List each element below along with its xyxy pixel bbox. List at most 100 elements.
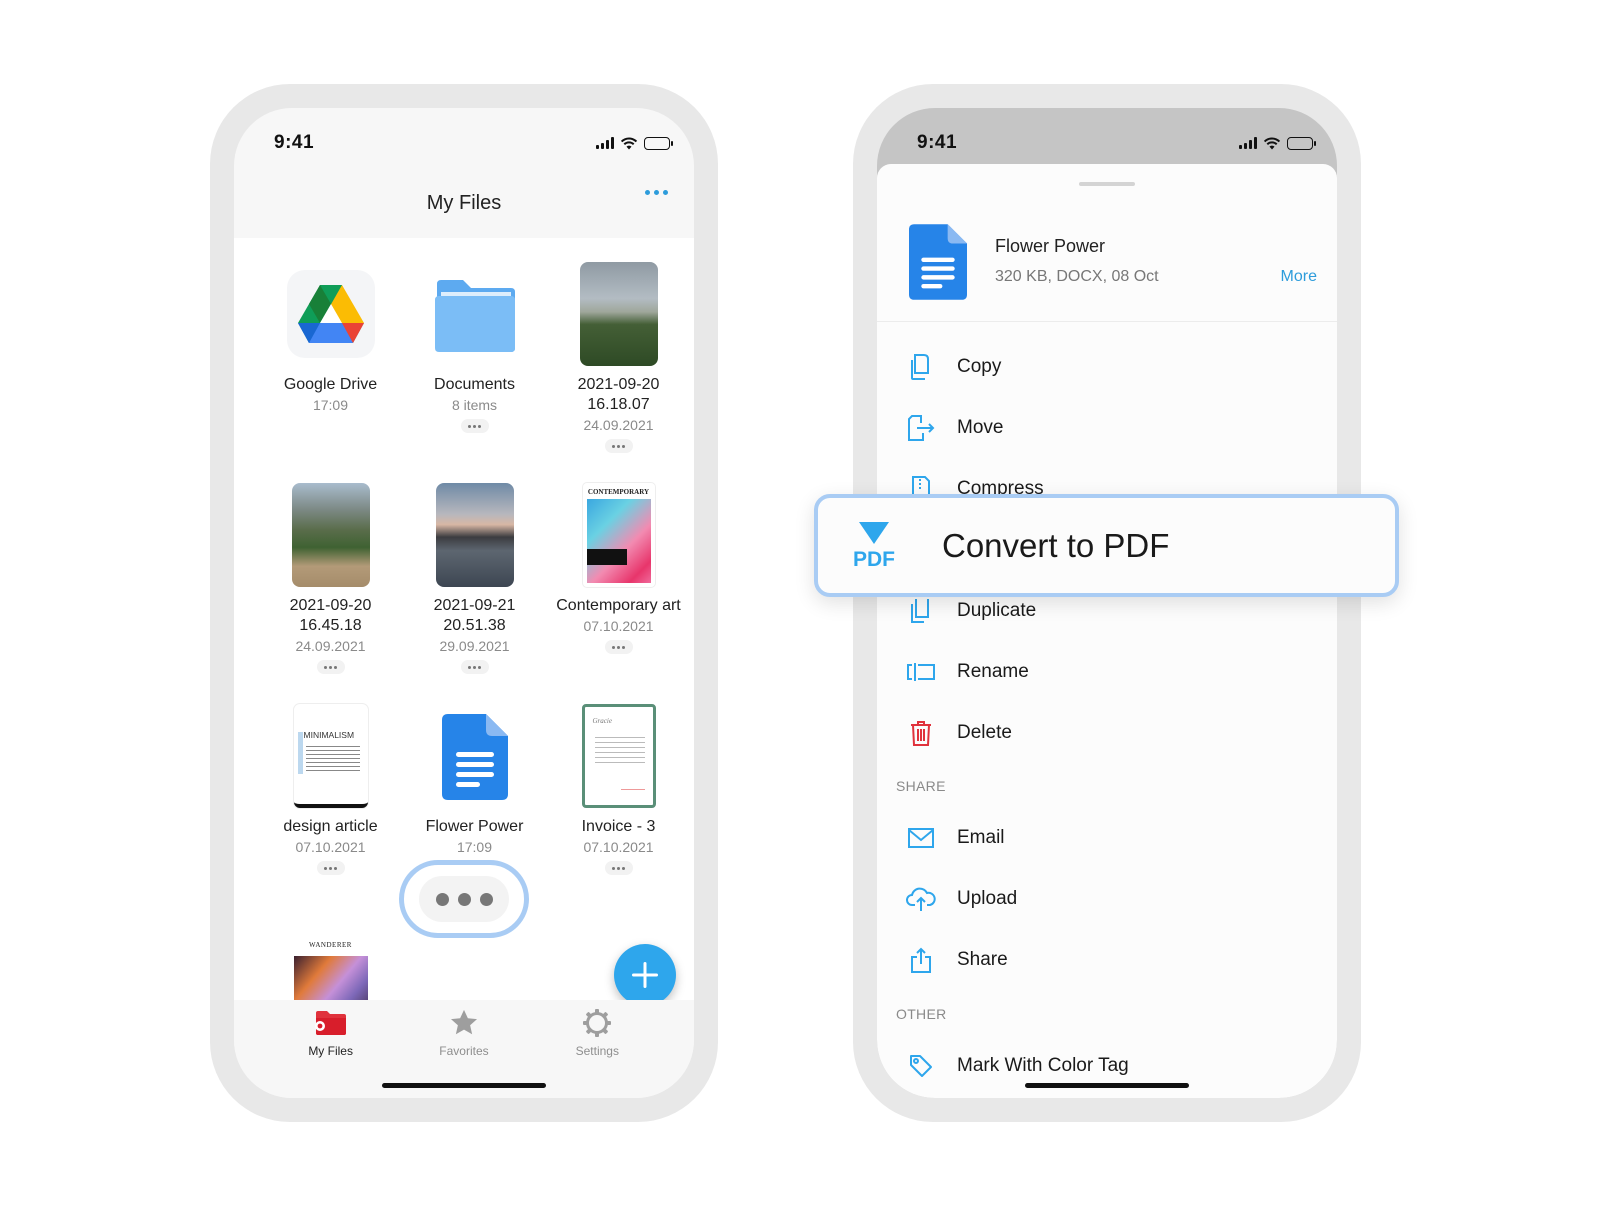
file-name: Flower Power [425, 818, 524, 835]
file-menu-button[interactable] [604, 640, 633, 654]
folder-icon [314, 1011, 346, 1035]
status-time: 9:41 [274, 132, 315, 153]
file-title: Flower Power [995, 236, 1106, 256]
action-email[interactable]: Email [877, 807, 1337, 868]
file-menu-button[interactable] [316, 861, 345, 875]
mail-icon [908, 827, 934, 848]
file-actions-screen: 9:41 Flower Power 320 KB, DOCX, 08 Oct M… [877, 108, 1337, 1098]
sheet-grabber[interactable] [1079, 182, 1135, 186]
duplicate-icon [911, 598, 929, 623]
file-name: Invoice - 3 [581, 818, 656, 835]
file-item-google-drive[interactable]: Google Drive 17:09 [258, 258, 403, 415]
file-item-photo[interactable]: 2021-09-20 16.45.18 24.09.2021 [258, 479, 403, 674]
file-name: 2021-09-20 16.18.07 [577, 376, 660, 413]
action-delete[interactable]: Delete [877, 702, 1337, 763]
google-drive-icon [286, 270, 375, 358]
tab-settings[interactable]: Settings [552, 1006, 642, 1098]
file-name: Google Drive [283, 376, 378, 393]
file-name: Contemporary art [556, 597, 681, 614]
trash-icon [911, 720, 931, 746]
tab-label: My Files [308, 1044, 353, 1058]
file-meta: 24.09.2021 [295, 638, 366, 654]
folder-icon [434, 280, 515, 352]
document-thumbnail: MINIMALISM [293, 704, 368, 808]
photo-thumbnail [435, 483, 514, 587]
share-icon [911, 947, 931, 973]
file-menu-button[interactable] [460, 660, 489, 674]
action-convert-to-pdf[interactable]: PDF Convert to PDF [814, 494, 1399, 597]
battery-icon [644, 136, 673, 150]
magazine-thumbnail: CONTEMPORARY [582, 483, 655, 587]
file-menu-button[interactable] [316, 660, 345, 674]
file-meta: 07.10.2021 [295, 839, 366, 855]
copy-icon [911, 353, 929, 380]
nav-bar: My Files [234, 168, 694, 238]
file-menu-button[interactable] [604, 861, 633, 875]
pdf-icon: PDF [844, 520, 904, 572]
action-upload[interactable]: Upload [877, 868, 1337, 929]
file-item-design-article[interactable]: MINIMALISM design article 07.10.2021 [258, 700, 403, 875]
home-indicator [382, 1083, 546, 1088]
file-name: 2021-09-21 20.51.38 [433, 597, 516, 634]
invoice-thumbnail: Gracie [581, 704, 656, 808]
plus-icon [632, 962, 658, 988]
file-item-invoice[interactable]: Gracie Invoice - 3 07.10.2021 [546, 700, 691, 875]
status-time: 9:41 [917, 132, 958, 153]
status-bar: 9:41 [877, 108, 1337, 168]
signal-icon [1239, 137, 1257, 149]
file-menu-button-highlighted[interactable] [399, 860, 529, 938]
tab-bar: My Files Favorites Settings [234, 1000, 694, 1098]
gear-icon [583, 1009, 612, 1037]
signal-icon [596, 137, 614, 149]
wifi-icon [1263, 137, 1281, 149]
my-files-screen: 9:41 My Files Google Drive 17:09 Documen… [234, 108, 694, 1098]
file-grid-area: Google Drive 17:09 Documents 8 items 202… [234, 238, 694, 1030]
file-meta: 29.09.2021 [439, 638, 510, 654]
tab-label: Settings [575, 1044, 619, 1058]
file-item-documents[interactable]: Documents 8 items [402, 258, 547, 433]
section-label-other: OTHER [896, 1006, 947, 1022]
google-doc-icon [441, 714, 508, 800]
ellipsis-icon [419, 876, 509, 922]
file-item-contemporary-art[interactable]: CONTEMPORARY Contemporary art 07.10.2021 [546, 479, 691, 654]
file-meta: 17:09 [312, 397, 349, 413]
battery-icon [1287, 136, 1316, 150]
file-details: 320 KB, DOCX, 08 Oct [995, 268, 1159, 285]
phone-frame-right: 9:41 Flower Power 320 KB, DOCX, 08 Oct M… [853, 84, 1361, 1122]
action-move[interactable]: Move [877, 397, 1337, 458]
tag-icon [910, 1054, 932, 1077]
file-info-header: Flower Power 320 KB, DOCX, 08 Oct More [877, 224, 1337, 322]
action-rename[interactable]: Rename [877, 641, 1337, 702]
photo-thumbnail [579, 262, 658, 366]
action-share[interactable]: Share [877, 929, 1337, 990]
action-sheet: Flower Power 320 KB, DOCX, 08 Oct More C… [877, 164, 1337, 1098]
home-indicator [1025, 1083, 1189, 1088]
tab-my-files[interactable]: My Files [286, 1006, 376, 1098]
action-copy[interactable]: Copy [877, 336, 1337, 397]
ellipsis-icon[interactable] [645, 190, 668, 195]
tab-label: Favorites [439, 1044, 489, 1058]
rename-icon [907, 662, 935, 681]
file-meta: 07.10.2021 [583, 618, 654, 634]
section-label-share: SHARE [896, 778, 946, 794]
photo-thumbnail [291, 483, 370, 587]
more-link[interactable]: More [1281, 268, 1317, 286]
status-bar: 9:41 [234, 108, 694, 168]
file-menu-button[interactable] [460, 419, 489, 433]
file-meta: 8 items [451, 397, 498, 413]
file-meta: 17:09 [456, 839, 493, 855]
wifi-icon [620, 137, 638, 149]
convert-to-pdf-label: Convert to PDF [942, 526, 1170, 564]
phone-frame-left: 9:41 My Files Google Drive 17:09 Documen… [210, 84, 718, 1122]
star-icon [450, 1009, 477, 1035]
file-meta: 24.09.2021 [583, 417, 654, 433]
file-name: Documents [434, 376, 515, 393]
file-item-flower-power[interactable]: Flower Power 17:09 [402, 700, 547, 857]
file-menu-button[interactable] [604, 439, 633, 453]
file-item-photo[interactable]: 2021-09-21 20.51.38 29.09.2021 [402, 479, 547, 674]
cloud-upload-icon [906, 887, 936, 911]
add-button[interactable] [614, 944, 676, 1006]
file-item-photo[interactable]: 2021-09-20 16.18.07 24.09.2021 [546, 258, 691, 453]
move-icon [908, 414, 935, 441]
file-name: 2021-09-20 16.45.18 [289, 597, 372, 634]
